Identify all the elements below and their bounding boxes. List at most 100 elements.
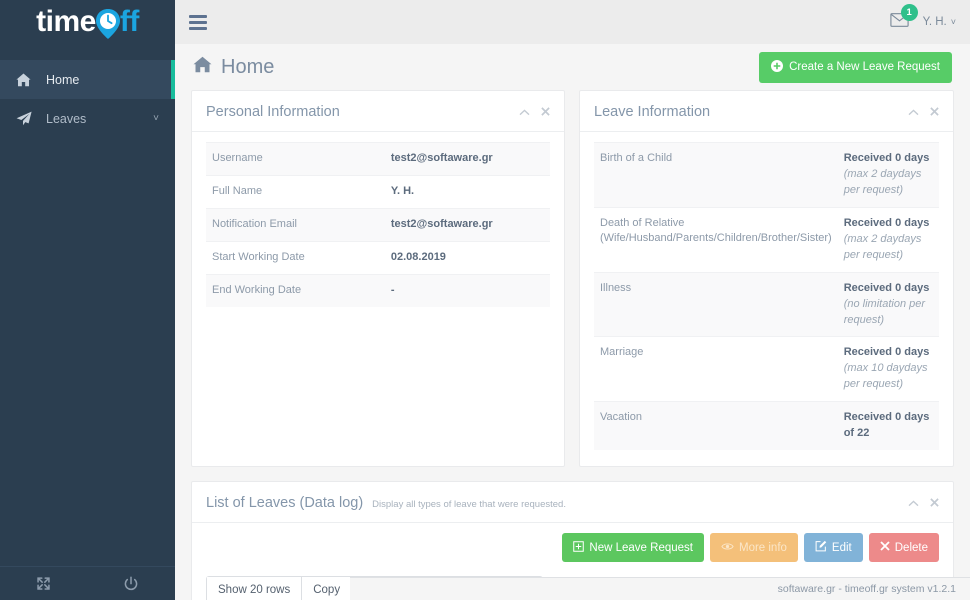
page-title: Home [193,56,274,79]
leave-information-rows: Birth of a Child Received 0 days (max 2 … [594,142,939,451]
sidebar-item-leaves[interactable]: Leaves ˅ [0,99,175,138]
row-value: 02.08.2019 [384,240,550,275]
personal-information-body: Username test2@softaware.gr Full Name Y.… [192,132,564,323]
row-value: Received 0 days (max 10 daydays per requ… [837,336,939,402]
page-header: Home Create a New Leave Request [191,44,954,90]
chevron-up-icon[interactable] [908,497,919,509]
row-value: Received 0 days (max 2 daydays per reque… [837,206,939,273]
personal-information-rows: Username test2@softaware.gr Full Name Y.… [206,142,550,307]
hamburger-bar [189,26,207,30]
paper-plane-icon [16,111,38,126]
more-info-label: More info [738,541,787,554]
panel-tools [908,497,939,509]
table-row: Death of Relative (Wife/Husband/Parents/… [594,206,939,273]
new-leave-request-label: New Leave Request [589,541,693,554]
sidebar-item-home-label: Home [46,72,80,87]
brand-clock-pin-icon [95,7,121,39]
row-value: test2@softaware.gr [384,207,550,242]
brand-text-primary: time [36,5,96,38]
messages-badge: 1 [900,3,918,21]
leave-information-panel: Leave Information Birth of a Child Recei… [579,90,954,468]
row-key: Full Name [206,174,385,209]
row-value: Received 0 days (no limitation per reque… [837,271,939,337]
user-menu[interactable]: Y. H. ˅ [923,16,956,28]
leave-information-title: Leave Information [594,104,711,120]
table-row: Illness Received 0 days (no limitation p… [594,271,939,337]
row-key: Start Working Date [206,240,385,275]
table-row: Start Working Date 02.08.2019 [206,240,550,275]
row-value: Y. H. [384,174,550,209]
plus-square-icon [573,540,585,555]
chevron-up-icon[interactable] [908,106,919,118]
panel-tools [519,106,550,118]
user-menu-label: Y. H. [922,16,947,28]
brand-logo-text: time ff [36,5,139,39]
messages-button[interactable]: 1 [890,3,918,32]
page-footer: softaware.gr - timeoff.gr system v1.2.1 [350,577,970,600]
more-info-button[interactable]: More info [709,533,798,563]
brand-logo[interactable]: time ff [0,0,175,44]
main-area: 1 Y. H. ˅ Home Create a New Leave Reques… [175,0,970,600]
power-icon[interactable] [88,575,176,592]
row-value-main: Received 0 days of 22 [843,411,930,440]
edit-button[interactable]: Edit [803,533,863,563]
row-value-note: (no limitation per request) [843,297,926,326]
table-row: Username test2@softaware.gr [206,142,550,176]
list-of-leaves-title: List of Leaves (Data log) [206,495,364,512]
create-new-leave-request-label: Create a New Leave Request [789,61,940,73]
personal-information-table: Username test2@softaware.gr Full Name Y.… [206,142,550,307]
sidebar-footer [0,566,175,600]
chevron-down-icon: ˅ [950,17,956,27]
row-key: Illness [594,271,838,337]
row-value-note: (max 10 daydays per request) [843,362,928,391]
row-key: Notification Email [206,207,385,242]
close-icon[interactable] [930,106,939,118]
app-root: time ff Home Leaves ˅ 1 Y. H. ˅ Home Cre… [0,0,970,600]
delete-button[interactable]: Delete [868,533,939,563]
show-rows-button[interactable]: Show 20 rows [206,576,302,600]
table-row: Birth of a Child Received 0 days (max 2 … [594,142,939,208]
list-of-leaves-subtitle: Display all types of leave that were req… [372,499,566,511]
row-value-note: (max 2 daydays per request) [843,232,922,261]
new-leave-request-button[interactable]: New Leave Request [562,533,704,563]
row-key: Marriage [594,336,838,402]
personal-information-title: Personal Information [206,104,340,120]
row-value: Received 0 days of 22 [837,401,939,451]
chevron-up-icon[interactable] [519,106,530,118]
delete-label: Delete [894,541,928,554]
row-key: Vacation [594,401,838,451]
eye-icon [721,542,734,554]
expand-icon[interactable] [0,576,88,591]
brand-text-secondary: ff [119,5,139,38]
sidebar-item-leaves-label: Leaves [46,111,87,126]
hamburger-bar [189,14,207,18]
table-row: Marriage Received 0 days (max 10 daydays… [594,336,939,402]
close-icon[interactable] [541,106,550,118]
home-icon [193,56,212,79]
times-icon [880,541,890,554]
personal-information-panel-header: Personal Information [192,91,564,132]
sidebar-nav: Home Leaves ˅ [0,60,175,138]
personal-information-panel: Personal Information Username test2@soft… [191,90,565,468]
topbar: 1 Y. H. ˅ [175,0,970,44]
sidebar-item-home[interactable]: Home [0,60,175,99]
edit-icon [815,540,827,555]
row-value-main: Received 0 days [843,152,930,164]
content-area: Home Create a New Leave Request Personal… [175,44,970,600]
page-title-label: Home [221,55,275,78]
close-icon[interactable] [930,497,939,509]
hamburger-icon[interactable] [189,14,207,30]
row-value-main: Received 0 days [843,216,930,229]
footer-text: softaware.gr - timeoff.gr system v1.2.1 [777,583,956,595]
table-row: End Working Date - [206,273,550,307]
row-key: Death of Relative (Wife/Husband/Parents/… [594,206,838,273]
table-row: Full Name Y. H. [206,174,550,209]
leave-information-body: Birth of a Child Received 0 days (max 2 … [580,132,953,466]
copy-button[interactable]: Copy [301,576,352,600]
row-key: Birth of a Child [594,142,838,208]
chevron-down-icon[interactable]: ˅ [153,113,159,124]
panel-tools [908,106,939,118]
row-value-main: Received 0 days [843,281,930,294]
leave-information-panel-header: Leave Information [580,91,953,132]
create-new-leave-request-button[interactable]: Create a New Leave Request [759,51,952,83]
